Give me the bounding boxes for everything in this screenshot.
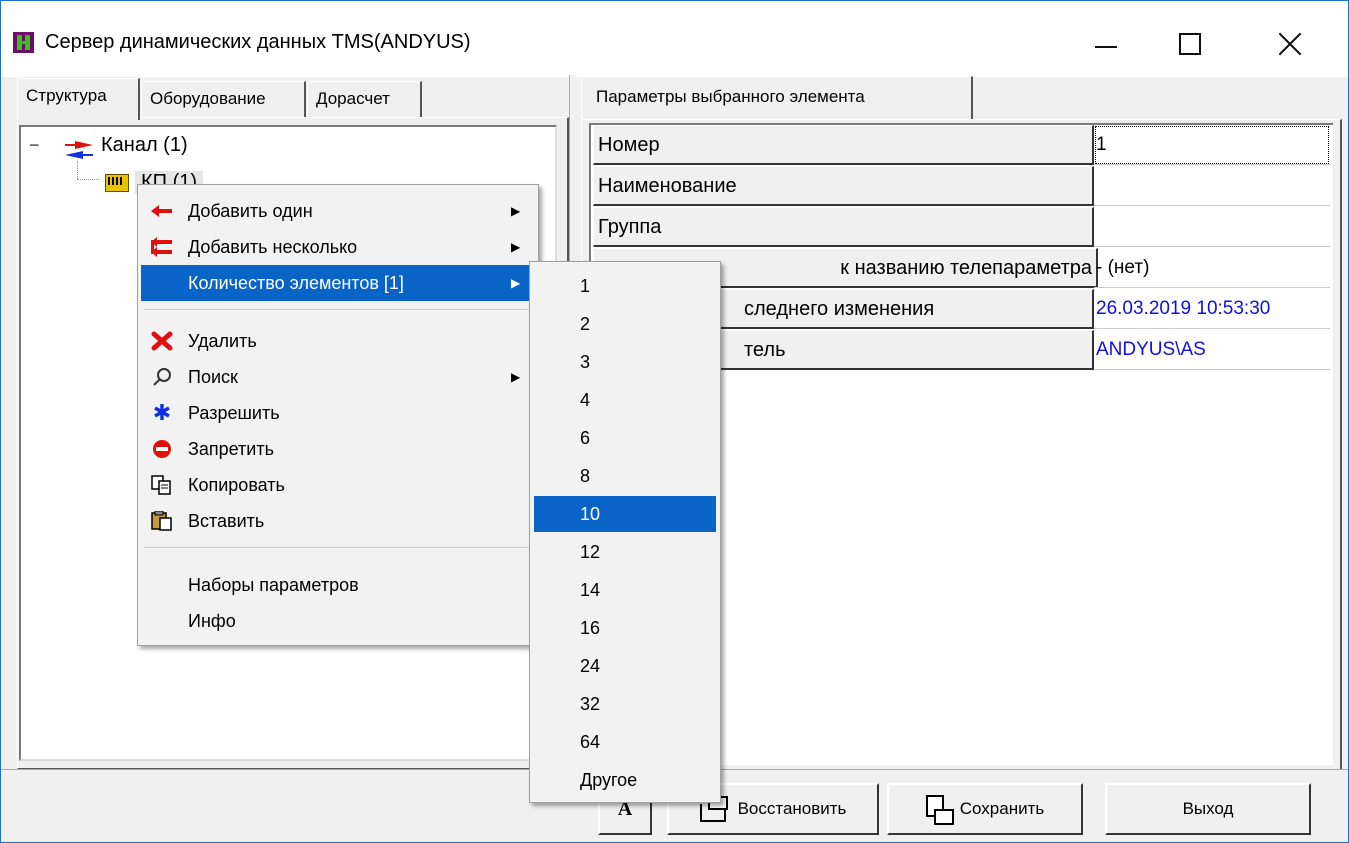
count-option[interactable]: 3 [534, 344, 716, 380]
menu-separator [144, 547, 532, 548]
tab-equipment[interactable]: Оборудование [141, 81, 306, 118]
maximize-icon [1179, 33, 1201, 55]
minimize-icon [1095, 46, 1117, 48]
save-button[interactable]: Сохранить [887, 783, 1083, 835]
menu-item-forbid[interactable]: Запретить [141, 431, 535, 467]
save-button-label: Сохранить [959, 799, 1045, 818]
property-value[interactable] [1094, 207, 1330, 247]
context-menu: Добавить один ▶ Добавить несколько ▶ Кол… [137, 184, 539, 646]
property-value[interactable]: 1 [1094, 125, 1330, 165]
menu-item-copy[interactable]: Копировать [141, 467, 535, 503]
property-row[interactable]: Наименование [591, 166, 1333, 207]
menu-item-paste[interactable]: Вставить [141, 503, 535, 539]
collapse-icon[interactable]: − [29, 136, 43, 154]
count-option[interactable]: 24 [534, 648, 716, 684]
paste-icon [151, 511, 172, 531]
menu-item-parameter-sets[interactable]: Наборы параметров [141, 567, 535, 603]
property-value[interactable]: - (нет) [1094, 248, 1330, 288]
close-icon [1278, 32, 1302, 56]
tab-element-parameters[interactable]: Параметры выбранного элемента [581, 76, 973, 119]
count-submenu: 1 2 3 4 6 8 10 12 14 16 24 32 64 Другое [529, 261, 721, 803]
exit-button-label: Выход [1182, 799, 1234, 818]
property-value[interactable]: 26.03.2019 10:53:30 [1094, 289, 1330, 329]
count-option[interactable]: 14 [534, 572, 716, 608]
window-title: Сервер динамических данных TMS(ANDYUS) [45, 31, 471, 53]
restore-button-label: Восстановить [737, 799, 847, 818]
submenu-arrow-icon: ▶ [511, 276, 521, 290]
no-entry-icon [153, 440, 171, 458]
submenu-arrow-icon: ▶ [511, 204, 521, 218]
menu-separator [144, 309, 532, 310]
minimize-button[interactable] [1071, 21, 1141, 67]
copy-icon [151, 475, 171, 495]
count-option[interactable]: 1 [534, 268, 716, 304]
arrow-left-icon [151, 205, 172, 217]
menu-item-add-several[interactable]: Добавить несколько ▶ [141, 229, 535, 265]
menu-item-allow[interactable]: ✱ Разрешить [141, 395, 535, 431]
property-value[interactable] [1094, 166, 1330, 206]
save-icon [925, 795, 954, 825]
count-option-selected[interactable]: 10 [534, 496, 716, 532]
tree-connector [77, 161, 79, 179]
app-icon [13, 32, 34, 53]
title-bar[interactable]: Сервер динамических данных TMS(ANDYUS) [1, 1, 1348, 77]
tab-structure[interactable]: Структура [17, 78, 140, 120]
menu-item-element-count[interactable]: Количество элементов [1] ▶ [141, 265, 535, 301]
double-arrow-left-icon [151, 237, 172, 257]
tree-node-channel[interactable]: Канал (1) [101, 134, 188, 157]
search-icon [153, 368, 171, 386]
count-option[interactable]: 6 [534, 420, 716, 456]
property-name: Наименование [593, 166, 1094, 206]
count-option[interactable]: 8 [534, 458, 716, 494]
count-option[interactable]: 64 [534, 724, 716, 760]
kp-device-icon [105, 174, 129, 192]
property-name: Номер [593, 125, 1094, 165]
count-option[interactable]: 2 [534, 306, 716, 342]
count-option[interactable]: 12 [534, 534, 716, 570]
property-row[interactable]: Номер 1 [591, 125, 1333, 166]
property-name: Группа [593, 207, 1094, 247]
menu-item-info[interactable]: Инфо [141, 603, 535, 639]
menu-item-search[interactable]: Поиск ▶ [141, 359, 535, 395]
menu-item-add-one[interactable]: Добавить один ▶ [141, 193, 535, 229]
asterisk-icon: ✱ [152, 400, 172, 425]
close-button[interactable] [1255, 21, 1325, 67]
exit-button[interactable]: Выход [1105, 783, 1311, 835]
count-option-other[interactable]: Другое [534, 762, 716, 798]
channel-arrows-icon [65, 141, 93, 159]
count-option[interactable]: 4 [534, 382, 716, 418]
tab-calculation[interactable]: Дорасчет [307, 81, 422, 118]
main-window: Сервер динамических данных TMS(ANDYUS) С… [0, 0, 1349, 843]
submenu-arrow-icon: ▶ [511, 240, 521, 254]
tree-connector [77, 179, 99, 181]
property-row[interactable]: Группа [591, 207, 1333, 248]
property-value[interactable]: ANDYUS\AS [1094, 330, 1330, 370]
submenu-arrow-icon: ▶ [511, 370, 521, 384]
menu-item-delete[interactable]: Удалить [141, 323, 535, 359]
delete-x-icon [151, 331, 173, 351]
count-option[interactable]: 32 [534, 686, 716, 722]
count-option[interactable]: 16 [534, 610, 716, 646]
maximize-button[interactable] [1155, 21, 1225, 67]
